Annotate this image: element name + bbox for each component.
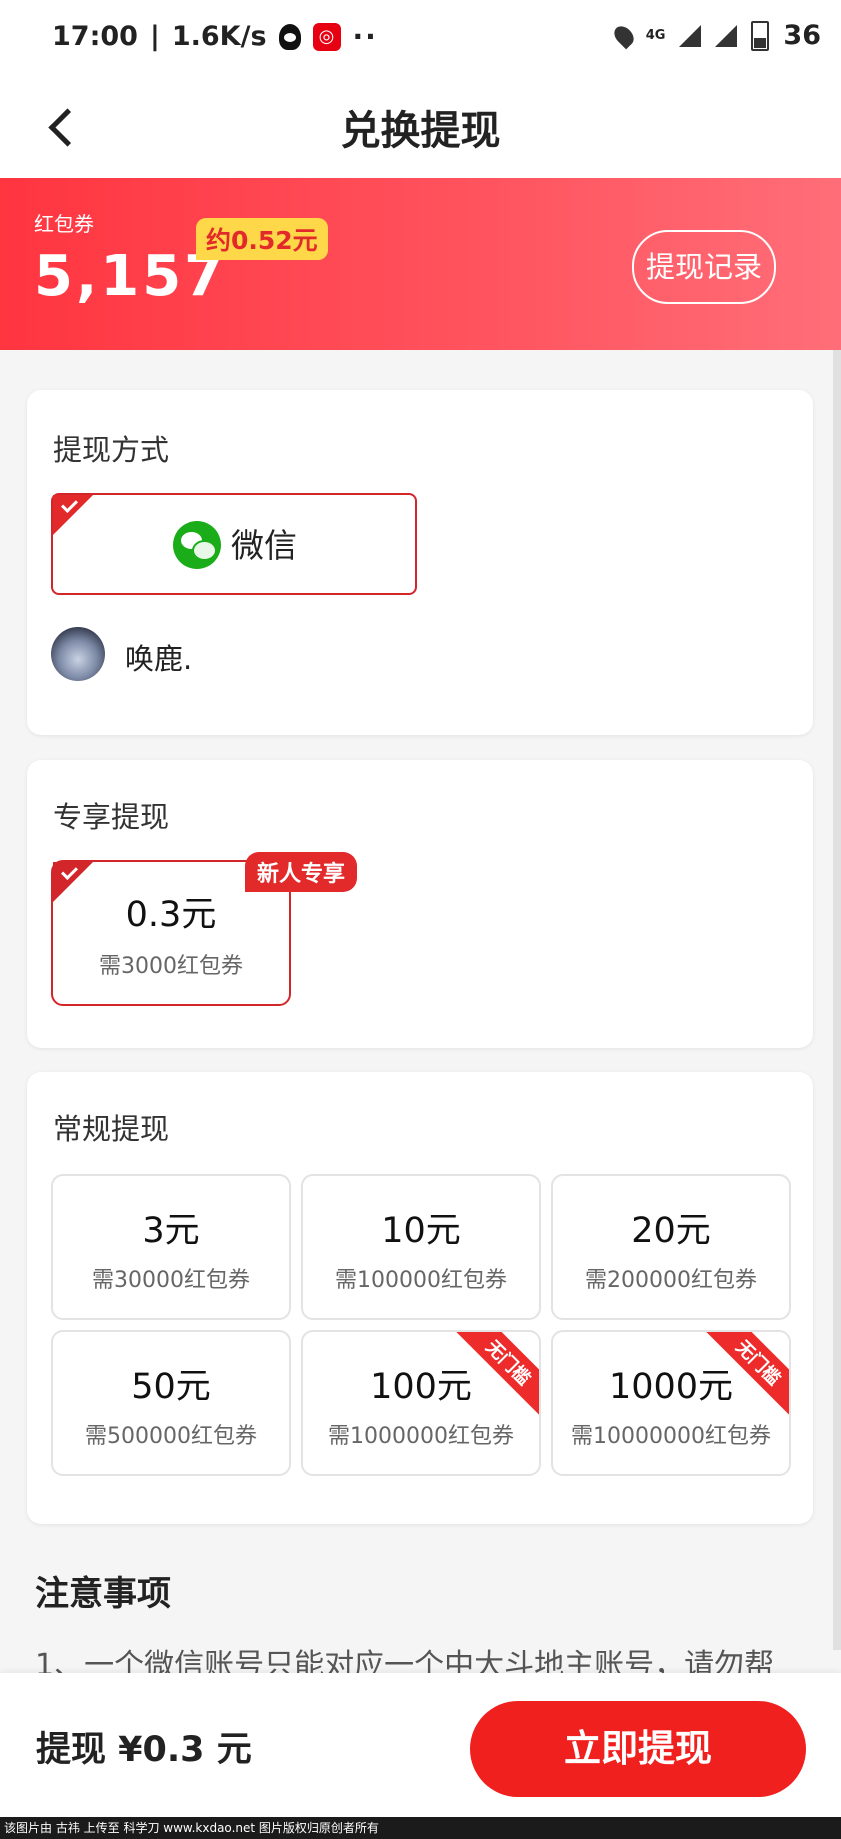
tile-price: 50元 (131, 1367, 211, 1407)
avatar (51, 627, 105, 681)
bottom-bar: 提现 ¥0.3 元 立即提现 (0, 1673, 841, 1817)
regular-tile-10[interactable]: 10元 需100000红包券 (301, 1174, 541, 1320)
status-time: 17:00 (52, 21, 138, 52)
watermark-footer: 该图片由 古祎 上传至 科学刀 www.kxdao.net 图片版权归原创者所有 (0, 1817, 841, 1839)
network-type: 4G (645, 27, 666, 43)
regular-tile-20[interactable]: 20元 需200000红包券 (551, 1174, 791, 1320)
exclusive-withdraw-card: 专享提现 0.3元 需3000红包券 新人专享 (27, 760, 813, 1048)
signal-icon-2 (715, 24, 738, 47)
tile-price: 20元 (631, 1211, 711, 1251)
tile-need: 需3000红包券 (99, 954, 243, 979)
status-bar: 17:00 | 1.6K/s ◎ ·· 4G 36 (0, 0, 841, 76)
location-icon (610, 22, 638, 49)
regular-tile-50[interactable]: 50元 需500000红包券 (51, 1330, 291, 1476)
battery-icon (751, 20, 770, 51)
regular-tile-3[interactable]: 3元 需30000红包券 (51, 1174, 291, 1320)
tile-price: 3元 (142, 1211, 200, 1251)
tile-need: 需1000000红包券 (328, 1424, 514, 1449)
regular-withdraw-card: 常规提现 3元 需30000红包券 10元 需100000红包券 20元 需20… (27, 1072, 813, 1524)
tile-price: 10元 (381, 1211, 461, 1251)
withdraw-method-card: 提现方式 微信 唤鹿. (27, 390, 813, 735)
header: 兑换提现 (0, 76, 841, 178)
balance-approx-badge: 约0.52元 (196, 218, 328, 260)
balance-label: 红包券 (34, 212, 94, 236)
notes-title: 注意事项 (35, 1574, 171, 1614)
withdraw-record-button[interactable]: 提现记录 (632, 230, 776, 304)
tile-need: 需30000红包券 (92, 1268, 250, 1293)
tile-price: 0.3元 (125, 895, 217, 935)
balance-banner: 红包券 5,157 约0.52元 提现记录 (0, 178, 841, 350)
page-title: 兑换提现 (340, 108, 501, 154)
tile-need: 需100000红包券 (335, 1268, 507, 1293)
tile-need: 需10000000红包券 (571, 1424, 771, 1449)
username: 唤鹿. (125, 642, 193, 676)
wechat-icon (173, 521, 221, 569)
new-user-badge: 新人专享 (245, 852, 358, 892)
qq-icon (278, 23, 301, 50)
tile-price: 100元 (370, 1367, 472, 1407)
tile-price: 1000元 (608, 1367, 734, 1407)
exclusive-title: 专享提现 (53, 800, 170, 834)
signal-icon (679, 24, 702, 47)
netease-music-icon: ◎ (312, 22, 341, 51)
method-title: 提现方式 (53, 433, 170, 467)
regular-tile-1000[interactable]: 无门槛 1000元 需10000000红包券 (551, 1330, 791, 1476)
more-notifications-icon: ·· (352, 20, 378, 53)
withdraw-amount: 提现 ¥0.3 元 (36, 1730, 252, 1770)
method-label: 微信 (231, 526, 297, 565)
regular-tile-100[interactable]: 无门槛 100元 需1000000红包券 (301, 1330, 541, 1476)
battery-level: 36 (783, 20, 821, 51)
scrollbar[interactable] (833, 350, 841, 1650)
regular-title: 常规提现 (53, 1112, 170, 1146)
wechat-method-option[interactable]: 微信 (51, 493, 417, 595)
tile-need: 需500000红包券 (85, 1424, 257, 1449)
exclusive-tile[interactable]: 0.3元 需3000红包券 新人专享 (51, 852, 358, 1006)
tile-need: 需200000红包券 (585, 1268, 757, 1293)
withdraw-now-button[interactable]: 立即提现 (470, 1701, 806, 1797)
net-speed: 1.6K/s (171, 21, 267, 52)
